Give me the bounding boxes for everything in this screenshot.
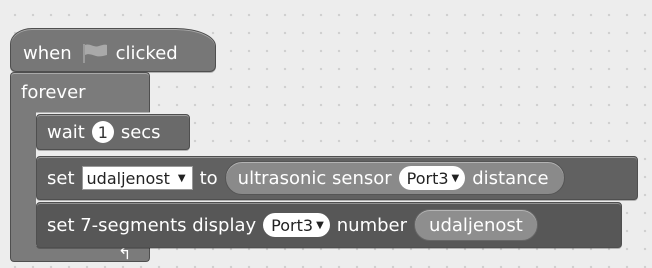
- set-variable-block[interactable]: set udaljenost ▼ to ultrasonic sensor Po…: [36, 156, 638, 200]
- set-label: set: [47, 167, 75, 189]
- green-flag-icon: [81, 43, 109, 63]
- clicked-label: clicked: [115, 42, 178, 64]
- forever-block[interactable]: forever: [10, 72, 150, 112]
- chevron-down-icon: ▼: [451, 172, 460, 184]
- wait-seconds-input[interactable]: 1: [91, 121, 114, 143]
- port-dropdown-value: Port3: [406, 168, 449, 188]
- set-7-segment-display-block[interactable]: set 7-segments display Port3 ▼ number ud…: [36, 202, 622, 248]
- number-label: number: [336, 214, 408, 236]
- chevron-down-icon: ▼: [316, 219, 324, 231]
- display-port-dropdown[interactable]: Port3 ▼: [263, 213, 330, 237]
- when-flag-clicked-block[interactable]: when clicked: [10, 28, 216, 72]
- forever-block-arm: [10, 108, 36, 254]
- set-7-segments-display-label: set 7-segments display: [47, 214, 257, 236]
- ultrasonic-sensor-reporter[interactable]: ultrasonic sensor Port3 ▼ distance: [224, 161, 565, 195]
- to-label: to: [199, 167, 218, 189]
- display-port-dropdown-value: Port3: [271, 215, 314, 235]
- port-dropdown[interactable]: Port3 ▼: [398, 166, 466, 190]
- variable-dropdown-value: udaljenost: [86, 168, 170, 188]
- ultrasonic-sensor-label: ultrasonic sensor: [237, 167, 392, 189]
- wait-label: wait: [47, 121, 85, 143]
- wait-block[interactable]: wait 1 secs: [36, 114, 190, 150]
- chevron-down-icon: ▼: [177, 172, 186, 184]
- secs-label: secs: [120, 121, 161, 143]
- udaljenost-variable-reporter[interactable]: udaljenost: [414, 209, 538, 241]
- forever-label: forever: [21, 82, 86, 103]
- distance-label: distance: [472, 167, 549, 189]
- variable-dropdown[interactable]: udaljenost ▼: [81, 166, 193, 190]
- loop-arrow-icon: ↰: [118, 244, 132, 263]
- when-label: when: [23, 42, 72, 64]
